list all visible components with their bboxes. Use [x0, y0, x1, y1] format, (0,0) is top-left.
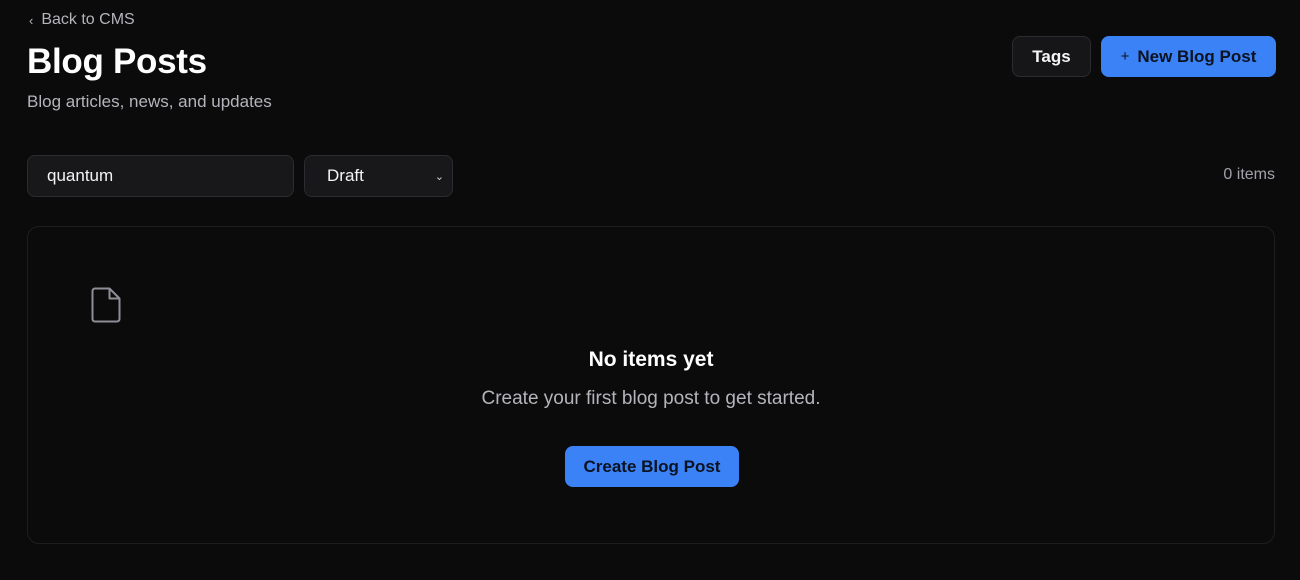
page-subtitle: Blog articles, news, and updates [27, 92, 272, 111]
item-count: 0 items [1223, 166, 1275, 183]
page-title: Blog Posts [27, 42, 207, 81]
search-input[interactable] [27, 155, 294, 197]
plus-icon: + [1120, 48, 1130, 65]
create-blog-post-label: Create Blog Post [583, 456, 721, 476]
empty-state-title: No items yet [588, 348, 714, 371]
chevron-down-icon: ⌄ [434, 170, 444, 183]
new-blog-post-label: New Blog Post [1137, 46, 1257, 66]
file-icon [91, 287, 121, 323]
back-link-label: Back to CMS [41, 11, 135, 28]
tags-button-label: Tags [1032, 46, 1071, 66]
create-blog-post-button[interactable]: Create Blog Post [565, 446, 739, 487]
back-to-cms-link[interactable]: ‹ Back to CMS [29, 11, 135, 29]
blog-posts-page: ‹ Back to CMS Blog Posts Blog articles, … [0, 0, 1300, 580]
chevron-left-icon: ‹ [29, 12, 34, 28]
tags-button[interactable]: Tags [1012, 36, 1091, 77]
empty-state-panel: No items yet Create your first blog post… [27, 226, 1275, 544]
empty-state-text: Create your first blog post to get start… [481, 388, 821, 409]
new-blog-post-button[interactable]: + New Blog Post [1101, 36, 1276, 77]
status-filter-select[interactable]: Draft ⌄ [304, 155, 453, 197]
status-filter-value: Draft [327, 166, 364, 185]
